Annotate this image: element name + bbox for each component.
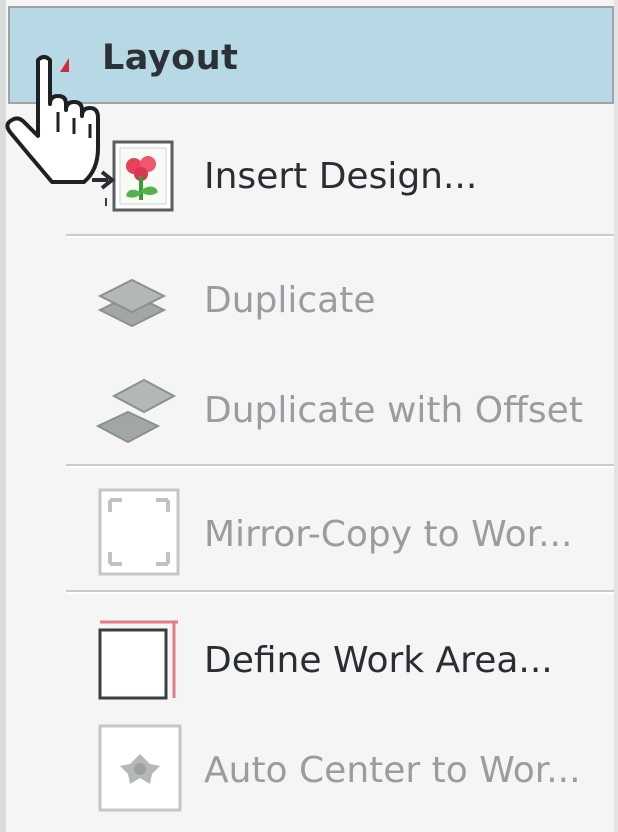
duplicate-icon <box>97 278 167 328</box>
menu-item-label: Duplicate <box>204 280 376 321</box>
menu-separator <box>66 234 614 238</box>
mirror-copy-icon <box>98 488 180 576</box>
menu-item-label: Mirror-Copy to Wor... <box>204 514 573 555</box>
menu-separator <box>66 590 614 594</box>
menu-item-label: Insert Design... <box>204 156 478 197</box>
duplicate-offset-icon <box>95 378 177 444</box>
menu-item-duplicate-with-offset[interactable]: Duplicate with Offset <box>8 350 614 464</box>
menu-item-duplicate[interactable]: Duplicate <box>8 246 614 350</box>
menu-item-label: Duplicate with Offset <box>204 390 583 431</box>
auto-center-icon <box>98 724 182 812</box>
menu-item-label: Define Work Area... <box>204 640 553 681</box>
menu-item-mirror-copy[interactable]: Mirror-Copy to Wor... <box>8 476 614 588</box>
menu-item-auto-center[interactable]: Auto Center to Wor... <box>8 714 614 826</box>
menu-header-label: Layout <box>102 38 239 78</box>
layout-menu: Layout Insert Design... Duplicate Duplic… <box>0 0 618 832</box>
hand-pointer-icon <box>5 55 100 184</box>
menu-separator <box>66 464 614 468</box>
menu-item-define-work-area[interactable]: Define Work Area... <box>8 602 614 714</box>
define-work-area-icon <box>98 620 178 700</box>
menu-item-label: Auto Center to Wor... <box>204 750 581 791</box>
